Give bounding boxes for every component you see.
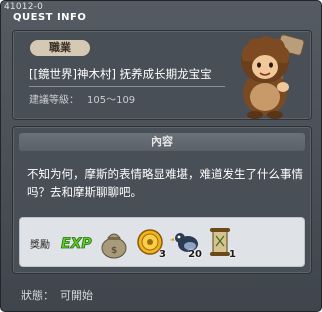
quest-name: [[鏡世界]神木村] 抚养成长期龙宝宝 bbox=[29, 67, 212, 81]
svg-text:$: $ bbox=[111, 246, 117, 256]
npc-portrait bbox=[241, 34, 305, 119]
content-header: 內容 bbox=[19, 133, 305, 151]
status-label: 狀態： bbox=[21, 289, 54, 302]
reward-meso[interactable]: $ bbox=[98, 226, 130, 260]
recommended-level: 建議等級： 105～109 bbox=[29, 91, 135, 106]
reward-box: 獎勵 EXP $ 3 20 1 bbox=[19, 217, 305, 267]
quest-content-panel: 內容 不知为何，摩斯的表情略显难堪，难道发生了什么事情吗？去和摩斯聊聊吧。 獎勵… bbox=[12, 126, 312, 274]
reward-exp[interactable]: EXP bbox=[60, 226, 93, 260]
reward-scroll[interactable]: 1 bbox=[204, 226, 236, 260]
reward-count: 20 bbox=[188, 249, 202, 260]
window-title: QUEST INFO bbox=[13, 12, 87, 23]
quest-description: 不知为何，摩斯的表情略显难堪，难道发生了什么事情吗？去和摩斯聊聊吧。 bbox=[27, 167, 303, 199]
reward-bird[interactable]: 20 bbox=[170, 226, 202, 260]
quest-status: 狀態： 可開始 bbox=[21, 287, 93, 303]
exp-icon: EXP bbox=[61, 236, 93, 253]
status-value: 可開始 bbox=[60, 289, 93, 302]
job-tag: 職業 bbox=[30, 40, 90, 56]
level-value: 105～109 bbox=[87, 95, 136, 106]
reward-label: 獎勵 bbox=[30, 240, 50, 251]
money-bag-icon: $ bbox=[101, 233, 127, 259]
quest-id: 41012-0 bbox=[4, 2, 44, 12]
reward-count: 3 bbox=[159, 249, 166, 260]
quest-info-window: 41012-0 QUEST INFO 職業 [[鏡世界]神木村] 抚养成长期龙宝… bbox=[0, 0, 322, 312]
quest-header-panel: 職業 [[鏡世界]神木村] 抚养成长期龙宝宝 建議等級： 105～109 bbox=[12, 30, 312, 120]
reward-coin[interactable]: 3 bbox=[134, 226, 166, 260]
reward-count: 1 bbox=[229, 249, 236, 260]
svg-text:EXP: EXP bbox=[61, 236, 92, 252]
level-label: 建議等級： bbox=[29, 95, 79, 106]
header-divider bbox=[29, 86, 225, 87]
